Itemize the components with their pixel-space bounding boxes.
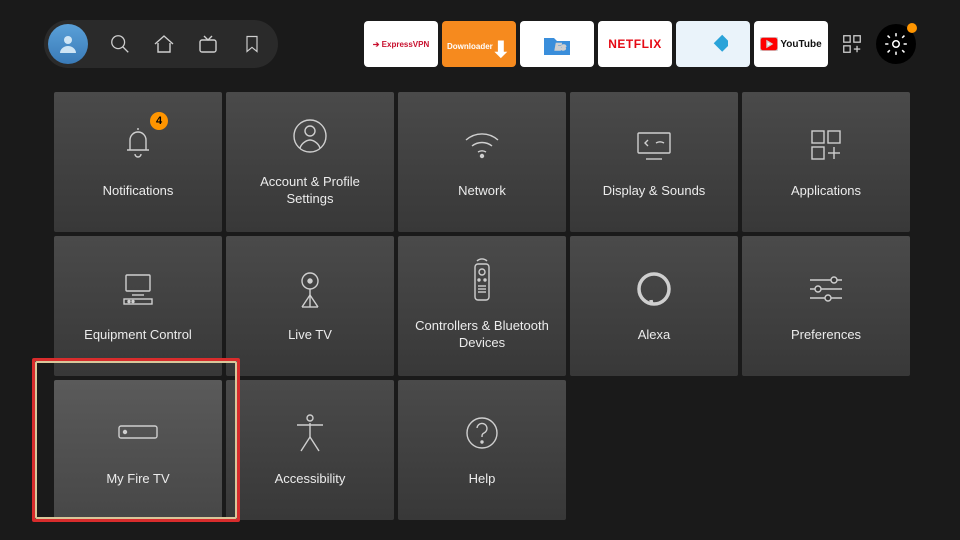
notifications-badge: 4 [150,112,168,130]
tile-label: Network [458,183,506,200]
person-icon [292,116,328,156]
settings-button[interactable] [876,24,916,64]
tile-help[interactable]: Help [398,380,566,520]
tile-preferences[interactable]: Preferences [742,236,910,376]
notification-dot-icon [907,23,917,33]
app-youtube[interactable]: YouTube [754,21,828,67]
app-netflix[interactable]: NETFLIX [598,21,672,67]
profile-avatar[interactable] [48,24,88,64]
app-shortcuts: ➔ ExpressVPN Downloader ⬇ Es NETFLIX You… [364,21,916,67]
equipment-icon [118,269,158,309]
tile-label: Help [469,471,496,488]
tile-equipment[interactable]: Equipment Control [54,236,222,376]
accessibility-icon [293,413,327,453]
help-icon [464,413,500,453]
home-icon[interactable] [152,32,176,56]
tile-accessibility[interactable]: Accessibility [226,380,394,520]
tile-label: Alexa [638,327,671,344]
nav-pill [44,20,278,68]
app-downloader[interactable]: Downloader ⬇ [442,21,516,67]
antenna-icon [294,269,326,309]
bookmark-icon[interactable] [240,32,264,56]
apps-grid-icon[interactable] [832,21,872,67]
bell-icon [121,125,155,165]
tile-label: Applications [791,183,861,200]
top-bar: ➔ ExpressVPN Downloader ⬇ Es NETFLIX You… [44,20,916,68]
gear-icon [883,31,909,57]
tile-network[interactable]: Network [398,92,566,232]
app-kodi[interactable] [676,21,750,67]
alexa-icon [636,269,672,309]
tile-label: Controllers & Bluetooth Devices [408,318,556,352]
apps-icon [808,125,844,165]
display-icon [634,125,674,165]
tile-label: Preferences [791,327,861,344]
app-esfile[interactable]: Es [520,21,594,67]
tile-label: Notifications [103,183,174,200]
tile-label: Equipment Control [84,327,192,344]
tile-account[interactable]: Account & Profile Settings [226,92,394,232]
remote-icon [471,260,493,300]
tile-label: Accessibility [275,471,346,488]
app-expressvpn[interactable]: ➔ ExpressVPN [364,21,438,67]
sliders-icon [806,269,846,309]
tile-alexa[interactable]: Alexa [570,236,738,376]
tile-label: Account & Profile Settings [236,174,384,208]
svg-text:Es: Es [555,42,566,52]
wifi-icon [462,125,502,165]
tile-notifications[interactable]: 4 Notifications [54,92,222,232]
tile-applications[interactable]: Applications [742,92,910,232]
tile-display[interactable]: Display & Sounds [570,92,738,232]
selection-highlight [32,358,240,522]
tile-livetv[interactable]: Live TV [226,236,394,376]
live-icon[interactable] [196,32,220,56]
tile-label: Display & Sounds [603,183,706,200]
tile-label: Live TV [288,327,332,344]
tile-controllers[interactable]: Controllers & Bluetooth Devices [398,236,566,376]
search-icon[interactable] [108,32,132,56]
